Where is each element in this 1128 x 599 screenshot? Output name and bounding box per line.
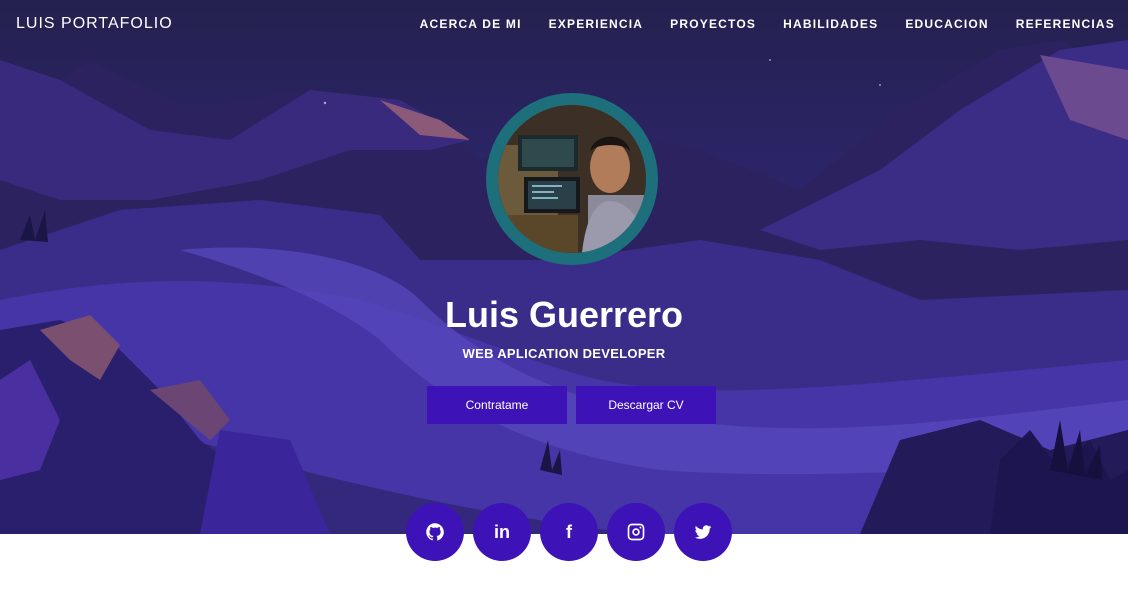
instagram-icon: [627, 523, 645, 541]
top-navbar: LUIS PORTAFOLIO ACERCA DE MI EXPERIENCIA…: [0, 0, 1128, 50]
nav-link-educacion[interactable]: EDUCACION: [905, 17, 988, 31]
profile-role: WEB APLICATION DEVELOPER: [462, 346, 666, 361]
github-icon: [426, 523, 444, 541]
twitter-link[interactable]: [674, 503, 732, 561]
linkedin-link[interactable]: in: [473, 503, 531, 561]
linkedin-icon: in: [494, 521, 510, 542]
social-links: in f: [406, 503, 732, 561]
hero-section: LUIS PORTAFOLIO ACERCA DE MI EXPERIENCIA…: [0, 0, 1128, 534]
brand-logo-link[interactable]: LUIS PORTAFOLIO: [16, 15, 173, 33]
nav-link-acerca[interactable]: ACERCA DE MI: [420, 17, 522, 31]
nav-link-proyectos[interactable]: PROYECTOS: [670, 17, 756, 31]
nav-link-habilidades[interactable]: HABILIDADES: [783, 17, 878, 31]
nav-link-experiencia[interactable]: EXPERIENCIA: [549, 17, 644, 31]
github-link[interactable]: [406, 503, 464, 561]
profile-photo: [498, 105, 646, 253]
download-cv-button[interactable]: Descargar CV: [576, 386, 716, 424]
instagram-link[interactable]: [607, 503, 665, 561]
nav-links: ACERCA DE MI EXPERIENCIA PROYECTOS HABIL…: [420, 17, 1115, 31]
nav-link-referencias[interactable]: REFERENCIAS: [1016, 17, 1115, 31]
profile-avatar-ring: [486, 93, 658, 265]
twitter-icon: [694, 525, 712, 539]
facebook-icon: f: [566, 521, 572, 542]
facebook-link[interactable]: f: [540, 503, 598, 561]
profile-name: Luis Guerrero: [444, 294, 684, 335]
hire-me-button[interactable]: Contratame: [427, 386, 567, 424]
mountain-background: [0, 40, 1128, 534]
